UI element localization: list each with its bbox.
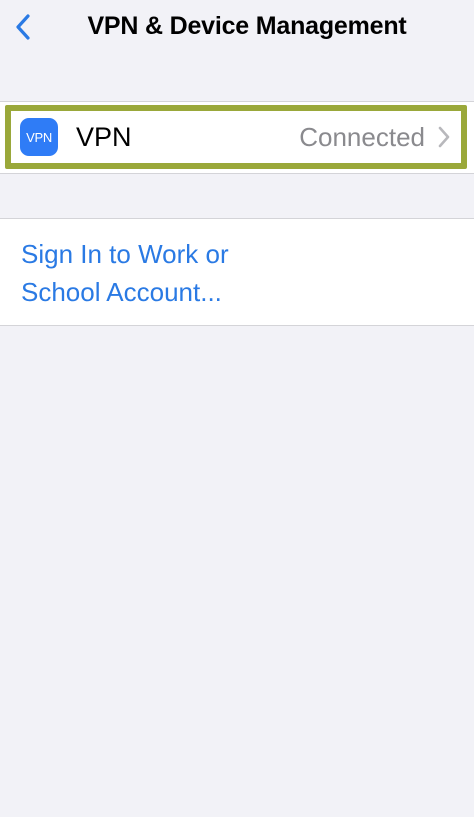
vpn-app-icon: VPN [20,118,58,156]
page-title: VPN & Device Management [87,12,407,40]
vpn-status: Connected [299,121,425,152]
account-link-line-1: Sign In to Work or [21,239,229,269]
navigation-bar: VPN & Device Management [0,0,474,56]
vpn-row[interactable]: VPN VPN Connected [5,105,467,169]
sign-in-work-school-account-link[interactable]: Sign In to Work or School Account... [21,235,281,311]
vpn-label: VPN [76,121,132,152]
work-account-section: Sign In to Work or School Account... [0,218,474,326]
vpn-section: VPN VPN Connected [0,101,474,174]
chevron-right-icon [437,125,451,149]
account-link-line-2: School Account... [21,277,222,307]
